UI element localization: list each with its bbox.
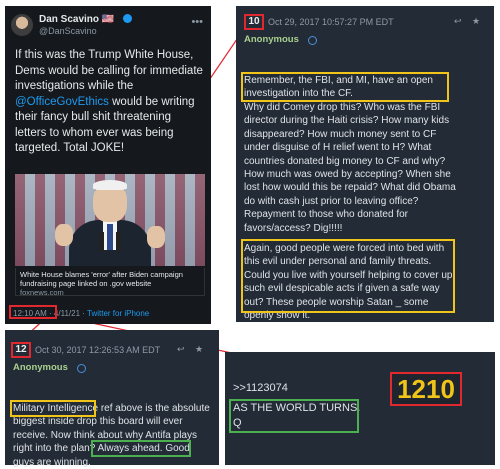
q-post-12: 12 Oct 30, 2017 12:26:53 AM EDT ↩ ★ Anon… <box>5 330 219 468</box>
highlight-box-green <box>229 399 359 433</box>
tweet-image[interactable] <box>15 174 205 266</box>
link-icon[interactable] <box>77 364 86 373</box>
q-post-10: 10 Oct 29, 2017 10:57:27 PM EDT ↩ ★ Anon… <box>236 6 494 322</box>
link-card-source: foxnews.com <box>20 288 64 297</box>
highlight-box-green <box>91 440 191 457</box>
image-hair <box>93 180 127 190</box>
post-number-1210: 1210 <box>390 372 462 406</box>
highlight-box-yellow <box>241 72 449 102</box>
tweet-source[interactable]: Twitter for iPhone <box>87 309 149 318</box>
post-action-icons[interactable]: ↩ ★ <box>177 344 207 355</box>
tweet-date[interactable]: 4/11/21 <box>54 309 80 318</box>
link-card[interactable]: White House blames 'error' after Biden c… <box>15 268 205 297</box>
reply-link[interactable]: >>1123074 <box>233 382 288 395</box>
post-text-body: Why did Comey drop this? Who was the FBI… <box>244 102 456 234</box>
avatar[interactable] <box>11 14 33 36</box>
image-mic-2 <box>116 232 121 252</box>
post-number[interactable]: 10 <box>244 16 264 27</box>
post-date: Oct 30, 2017 12:26:53 AM EDT <box>35 345 161 355</box>
post-author: Anonymous <box>13 362 68 373</box>
time-highlight-box <box>9 305 57 319</box>
post-author: Anonymous <box>244 34 299 45</box>
mention-link[interactable]: @OfficeGovEthics <box>15 96 109 108</box>
link-icon[interactable] <box>308 36 317 45</box>
tweet-text: If this was the Trump White House, Dems … <box>15 49 203 154</box>
image-hand-right <box>147 226 165 248</box>
tweet-author-name[interactable]: Dan Scavino 🇺🇸 <box>39 14 114 25</box>
image-tie <box>107 224 113 250</box>
post-action-icons[interactable]: ↩ ★ <box>454 16 484 27</box>
post-number[interactable]: 12 <box>11 344 31 355</box>
image-mic <box>99 232 104 252</box>
verified-icon <box>123 14 132 23</box>
highlight-box-yellow <box>10 400 96 417</box>
highlight-box-yellow-2 <box>241 239 455 313</box>
q-post-1210: >>1123074 AS THE WORLD TURNS. Q <box>225 352 495 465</box>
tweet-panel: Dan Scavino 🇺🇸 @DanScavino ••• If this w… <box>5 6 211 324</box>
image-hand-left <box>55 224 73 246</box>
more-options-icon[interactable]: ••• <box>191 16 203 28</box>
link-card-title: White House blames 'error' after Biden c… <box>20 270 183 288</box>
tweet-author-handle[interactable]: @DanScavino <box>39 26 97 36</box>
post-date: Oct 29, 2017 10:57:27 PM EDT <box>268 17 394 27</box>
